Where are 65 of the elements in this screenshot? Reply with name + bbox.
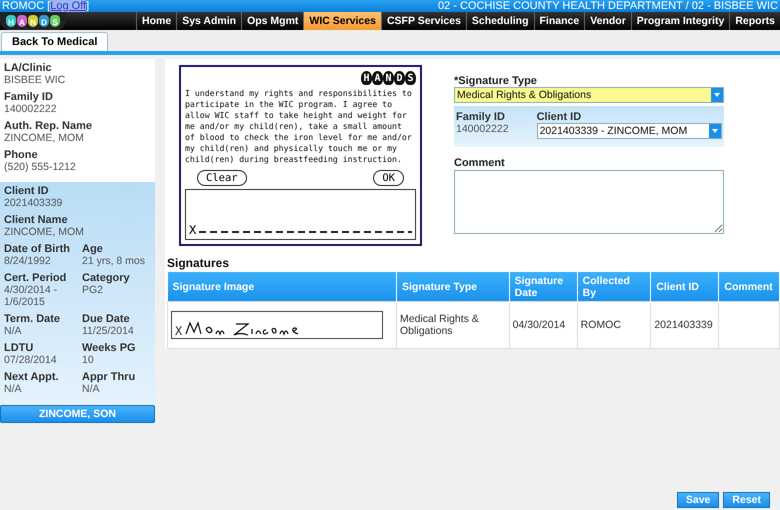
field-value: 21 yrs, 8 mos — [82, 255, 146, 267]
field-value: 07/28/2014 — [4, 354, 58, 366]
table-cell: 04/30/2014 — [509, 302, 578, 348]
field-value: 11/25/2014 — [82, 325, 135, 337]
field-label: Family ID — [4, 91, 54, 103]
field-label: Client Name — [4, 214, 69, 226]
field-value: ZINCOME, MOM — [4, 132, 85, 144]
agency-title: 02 - COCHISE COUNTY HEALTH DEPARTMENT / 02 - BISBEE WIC — [438, 0, 778, 12]
signature-type-dropdown[interactable]: Medical Rights & Obligations — [454, 87, 724, 103]
field-label: Age — [82, 243, 104, 255]
field-value: 140002222 — [456, 123, 509, 135]
field-label: Appr Thru — [82, 371, 136, 383]
log-off-link[interactable]: [Log Off] — [47, 0, 90, 12]
hands-logo: H A N D S — [0, 12, 66, 30]
hands-logo: H A N D S — [361, 71, 416, 85]
field-label: Term. Date — [4, 313, 62, 325]
field-value: 8/24/1992 — [4, 255, 52, 267]
field-label: Phone — [4, 149, 39, 161]
field-value: 2021403339 — [4, 197, 64, 209]
column-header: Signature Type — [396, 272, 510, 302]
field-value: ZINCOME, MOM — [4, 226, 85, 238]
nav-tab[interactable]: WIC Services — [303, 12, 381, 30]
table-cell: ROMOC — [577, 302, 651, 348]
ok-button[interactable]: OK — [373, 170, 404, 186]
signature-image: X — [171, 311, 383, 339]
section-title: Signatures — [167, 256, 230, 270]
field-value: 4/30/2014 - 1/6/2015 — [4, 284, 58, 308]
field-value: N/A — [4, 325, 23, 337]
column-header: Signature Date — [509, 272, 578, 302]
field-value: N/A — [4, 383, 23, 395]
field-label: Comment — [454, 157, 505, 169]
clear-button[interactable]: Clear — [197, 170, 247, 186]
signature-field[interactable]: X — [185, 189, 416, 240]
column-header: Comment — [718, 272, 780, 302]
column-header: Signature Image — [168, 272, 397, 302]
dropdown-caret-icon[interactable] — [709, 124, 721, 138]
field-label: LDTU — [4, 342, 34, 354]
field-label: Weeks PG — [82, 342, 137, 354]
field-value: N/A — [82, 383, 101, 395]
field-label: Family ID — [456, 111, 506, 123]
field-value: 10 — [82, 354, 95, 366]
field-value: 140002222 — [4, 103, 58, 115]
table-cell: 2021403339 — [650, 302, 719, 348]
field-label: Next Appt. — [4, 371, 60, 383]
field-label: Auth. Rep. Name — [4, 120, 94, 132]
field-label: Client ID — [536, 111, 582, 123]
field-label: Due Date — [82, 313, 131, 325]
column-header: Client ID — [650, 272, 719, 302]
field-value: BISBEE WIC — [4, 74, 66, 86]
user-name: ROMOC — [2, 0, 44, 12]
field-label: Category — [82, 272, 131, 284]
field-value: (520) 555-1212 — [4, 161, 77, 173]
field-label: LA/Clinic — [4, 62, 53, 74]
field-label: Date of Birth — [4, 243, 71, 255]
dropdown-caret-icon[interactable] — [711, 88, 723, 102]
comment-field[interactable] — [454, 170, 724, 234]
field-label: Client ID — [4, 185, 50, 197]
field-label: *Signature Type — [454, 75, 538, 87]
back-button[interactable]: Back To Medical — [1, 32, 108, 51]
consent-statement: I understand my rights and responsibilities to participate in the WIC program. I agree to allow WIC staff to take height and weight for me and/or my child(ren), take a small amount of blood to check the iron level for me and/or my child(ren) and physically touch me or my child(ren) during breastfeeding instruction. — [185, 88, 413, 165]
field-value: PG2 — [82, 284, 104, 296]
client-id-dropdown[interactable]: 2021403339 - ZINCOME, MOM — [536, 123, 722, 139]
table-cell: Medical Rights & Obligations — [396, 302, 510, 348]
column-header: Collected By — [577, 272, 651, 302]
field-label: Cert. Period — [4, 272, 68, 284]
